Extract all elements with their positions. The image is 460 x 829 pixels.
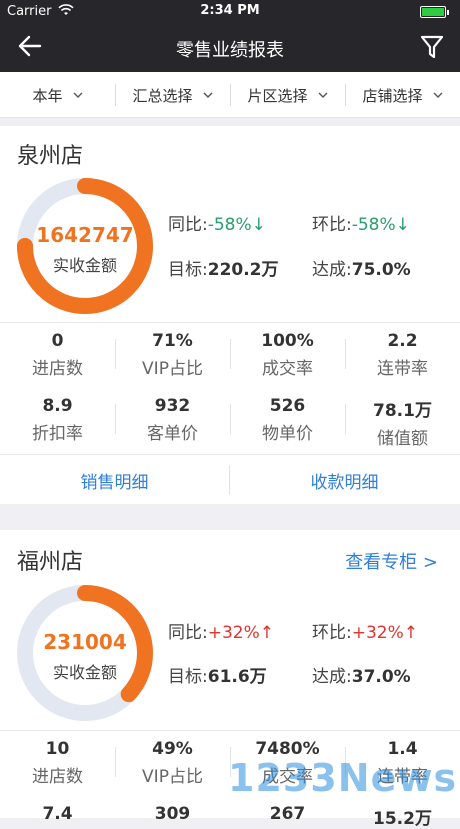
clock: 2:34 PM [200, 3, 260, 18]
metric-value: 2.2 [387, 331, 418, 351]
payment-detail-button[interactable]: 收款明细 [230, 455, 459, 505]
filter-icon[interactable] [420, 34, 444, 60]
filter-area[interactable]: 片区选择 [230, 72, 345, 118]
achieve-value: 37.0% [351, 667, 411, 687]
metric-visits: 0 进店数 [0, 331, 115, 379]
metric-value: 526 [269, 396, 306, 416]
achieve-label: 达成: [312, 667, 352, 687]
achieve-value: 75.0% [351, 260, 411, 280]
achieve-stat: 达成:75.0% [312, 255, 411, 280]
metric-value: 309 [154, 804, 191, 824]
chevron-down-icon [318, 92, 327, 98]
metric-value: 49% [152, 739, 193, 759]
store-name: 福州店 [17, 550, 84, 575]
metric-label: 进店数 [32, 767, 83, 787]
sales-ring: 1642747 实收金额 [15, 176, 155, 316]
mom-stat: 环比:-58%↓ [312, 210, 410, 235]
mom-value: +32%↑ [351, 623, 419, 643]
filter-bar: 本年 汇总选择 片区选择 店铺选择 [0, 72, 460, 118]
metric-visits: 10 进店数 [0, 739, 115, 787]
filter-year[interactable]: 本年 [0, 72, 115, 118]
metric-value: 71% [152, 331, 193, 351]
metric-avg-ticket: 932 客单价 [115, 396, 230, 444]
filter-summary[interactable]: 汇总选择 [115, 72, 230, 118]
metric-label: 物单价 [262, 424, 313, 444]
metric-value: 8.9 [42, 396, 73, 416]
metric-value: 78.1万 [373, 401, 432, 421]
metric-label: 客单价 [147, 424, 198, 444]
chevron-down-icon [433, 92, 442, 98]
filter-store[interactable]: 店铺选择 [345, 72, 460, 118]
metric-discount: 7.4 [0, 804, 115, 824]
yoy-value: -58%↓ [207, 215, 266, 235]
metric-label: 进店数 [32, 359, 83, 379]
metric-label: 连带率 [377, 359, 428, 379]
nav-bar: 零售业绩报表 [0, 22, 460, 72]
filter-area-label: 片区选择 [247, 86, 308, 105]
detail-buttons: 销售明细 收款明细 [0, 455, 460, 505]
metric-value: 10 [45, 739, 70, 759]
achieve-stat: 达成:37.0% [312, 662, 411, 687]
metric-label: VIP占比 [142, 767, 203, 787]
metric-stored-value: 15.2万 [345, 804, 460, 829]
target-stat: 目标:220.2万 [168, 255, 279, 280]
target-label: 目标: [168, 260, 208, 280]
amount-label: 实收金额 [52, 663, 117, 682]
amount-value: 231004 [43, 630, 127, 654]
status-bar: Carrier 2:34 PM [0, 0, 460, 22]
sales-ring: 231004 实收金额 [15, 583, 155, 723]
chevron-down-icon [73, 92, 82, 98]
metric-value: 0 [51, 331, 64, 351]
metric-value: 932 [154, 396, 191, 416]
metric-label: 成交率 [262, 359, 313, 379]
mom-label: 环比: [312, 623, 352, 643]
metric-value: 7.4 [42, 804, 73, 824]
battery-icon [420, 6, 449, 18]
metric-unit-price: 526 物单价 [230, 396, 345, 444]
amount-label: 实收金额 [52, 256, 117, 275]
chevron-down-icon [203, 92, 212, 98]
metric-value: 267 [269, 804, 306, 824]
filter-year-label: 本年 [32, 86, 63, 105]
mom-label: 环比: [312, 215, 352, 235]
yoy-stat: 同比:-58%↓ [168, 210, 266, 235]
metric-value: 100% [261, 331, 314, 351]
yoy-label: 同比: [168, 623, 208, 643]
target-value: 220.2万 [207, 260, 279, 280]
metric-label: 折扣率 [32, 424, 83, 444]
amount-value: 1642747 [36, 223, 134, 247]
metric-stored-value: 78.1万储值额 [345, 396, 460, 449]
achieve-label: 达成: [312, 260, 352, 280]
metric-conversion: 100% 成交率 [230, 331, 345, 379]
target-value: 61.6万 [207, 667, 267, 687]
yoy-stat: 同比:+32%↑ [168, 618, 274, 643]
yoy-label: 同比: [168, 215, 208, 235]
filter-summary-label: 汇总选择 [132, 86, 193, 105]
target-stat: 目标:61.6万 [168, 662, 267, 687]
page-title: 零售业绩报表 [176, 40, 284, 61]
metric-label: VIP占比 [142, 359, 203, 379]
mom-value: -58%↓ [351, 215, 410, 235]
sales-detail-button[interactable]: 销售明细 [0, 455, 229, 505]
metric-discount: 8.9 折扣率 [0, 396, 115, 444]
view-counter-link[interactable]: 查看专柜 > [345, 548, 438, 574]
store-name: 泉州店 [17, 144, 84, 169]
store-card: 泉州店 1642747 实收金额 同比:-58%↓ 环比:-58%↓ 目标:22… [0, 126, 460, 504]
metric-attach-rate: 2.2 连带率 [345, 331, 460, 379]
filter-store-label: 店铺选择 [362, 86, 423, 105]
metric-value: 15.2万 [373, 809, 432, 829]
metric-vip: 49% VIP占比 [115, 739, 230, 787]
watermark-logo: 1233News [228, 756, 458, 800]
metric-vip: 71% VIP占比 [115, 331, 230, 379]
metric-avg-ticket: 309 [115, 804, 230, 824]
yoy-value: +32%↑ [207, 623, 275, 643]
mom-stat: 环比:+32%↑ [312, 618, 418, 643]
metric-label: 储值额 [377, 429, 428, 449]
metric-unit-price: 267 [230, 804, 345, 824]
target-label: 目标: [168, 667, 208, 687]
